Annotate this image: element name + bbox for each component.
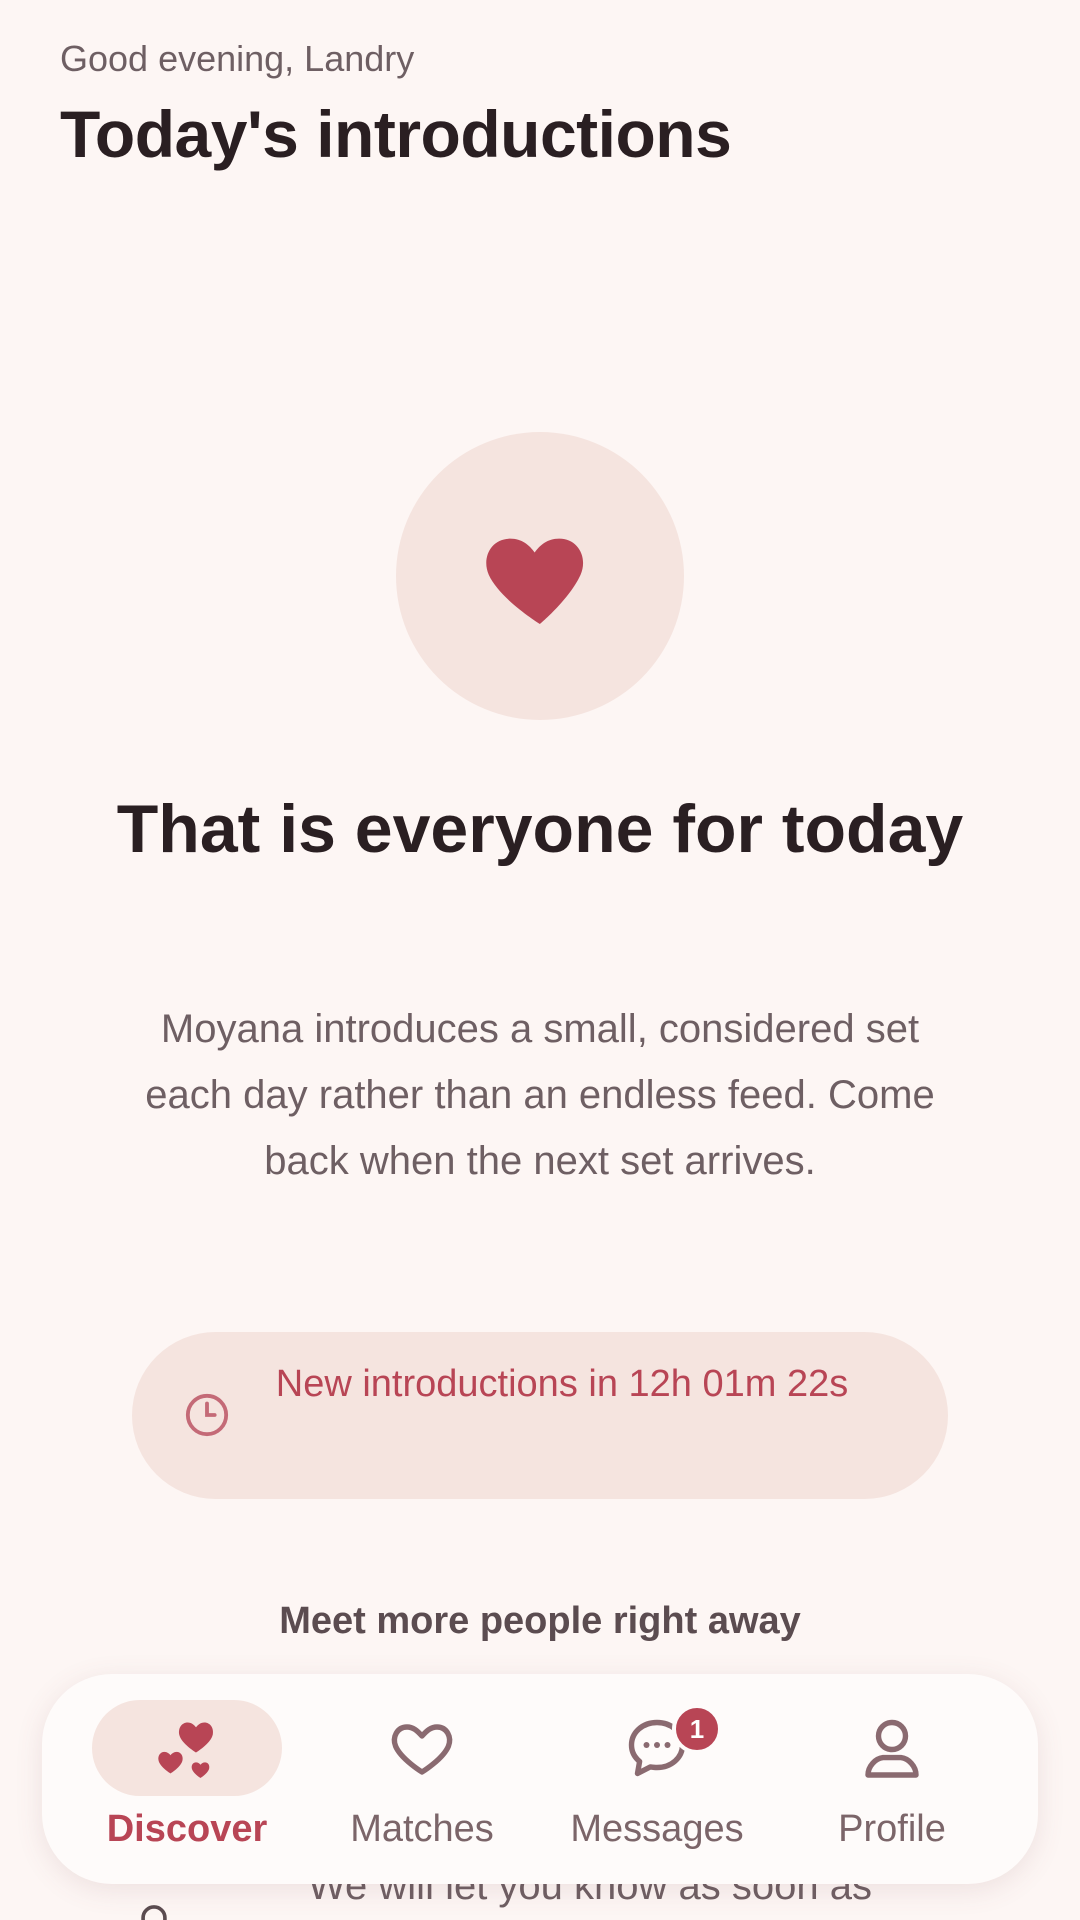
nav-matches[interactable]: Matches xyxy=(307,1674,537,1884)
nav-discover[interactable]: Discover xyxy=(72,1674,302,1884)
hearts-icon xyxy=(158,1722,214,1778)
empty-state-illustration xyxy=(396,432,684,720)
nav-matches-icon-wrap xyxy=(327,1700,517,1796)
empty-state-description: Moyana introduces a small, considered se… xyxy=(145,1007,935,1183)
heart-outline-icon xyxy=(391,1724,453,1775)
nav-profile-label: Profile xyxy=(838,1808,946,1850)
nav-profile[interactable]: Profile xyxy=(777,1674,1007,1884)
bell-icon xyxy=(141,1905,167,1920)
bottom-navigation: Discover Matches 1 Messages Profile xyxy=(42,1674,1038,1884)
greeting-text: Good evening, Landry xyxy=(60,38,415,79)
heart-icon xyxy=(486,538,584,624)
nav-matches-label: Matches xyxy=(350,1808,494,1850)
countdown-banner: New introductions in 12h 01m 22s xyxy=(132,1332,948,1499)
nav-profile-icon-wrap xyxy=(797,1700,987,1796)
empty-state-title: That is everyone for today xyxy=(116,791,964,867)
person-icon xyxy=(865,1719,919,1778)
meet-more-heading: Meet more people right away xyxy=(279,1600,801,1642)
nav-discover-label: Discover xyxy=(106,1808,268,1850)
nav-messages-icon-wrap: 1 xyxy=(562,1700,752,1796)
page-title: Today's introductions xyxy=(60,97,732,171)
countdown-text: New introductions in 12h 01m 22s xyxy=(275,1363,849,1405)
clock-icon xyxy=(185,1393,229,1437)
nav-messages-label: Messages xyxy=(570,1808,744,1850)
unread-badge: 1 xyxy=(672,1704,722,1754)
nav-messages[interactable]: 1 Messages xyxy=(542,1674,772,1884)
nav-discover-icon-pill xyxy=(92,1700,282,1796)
